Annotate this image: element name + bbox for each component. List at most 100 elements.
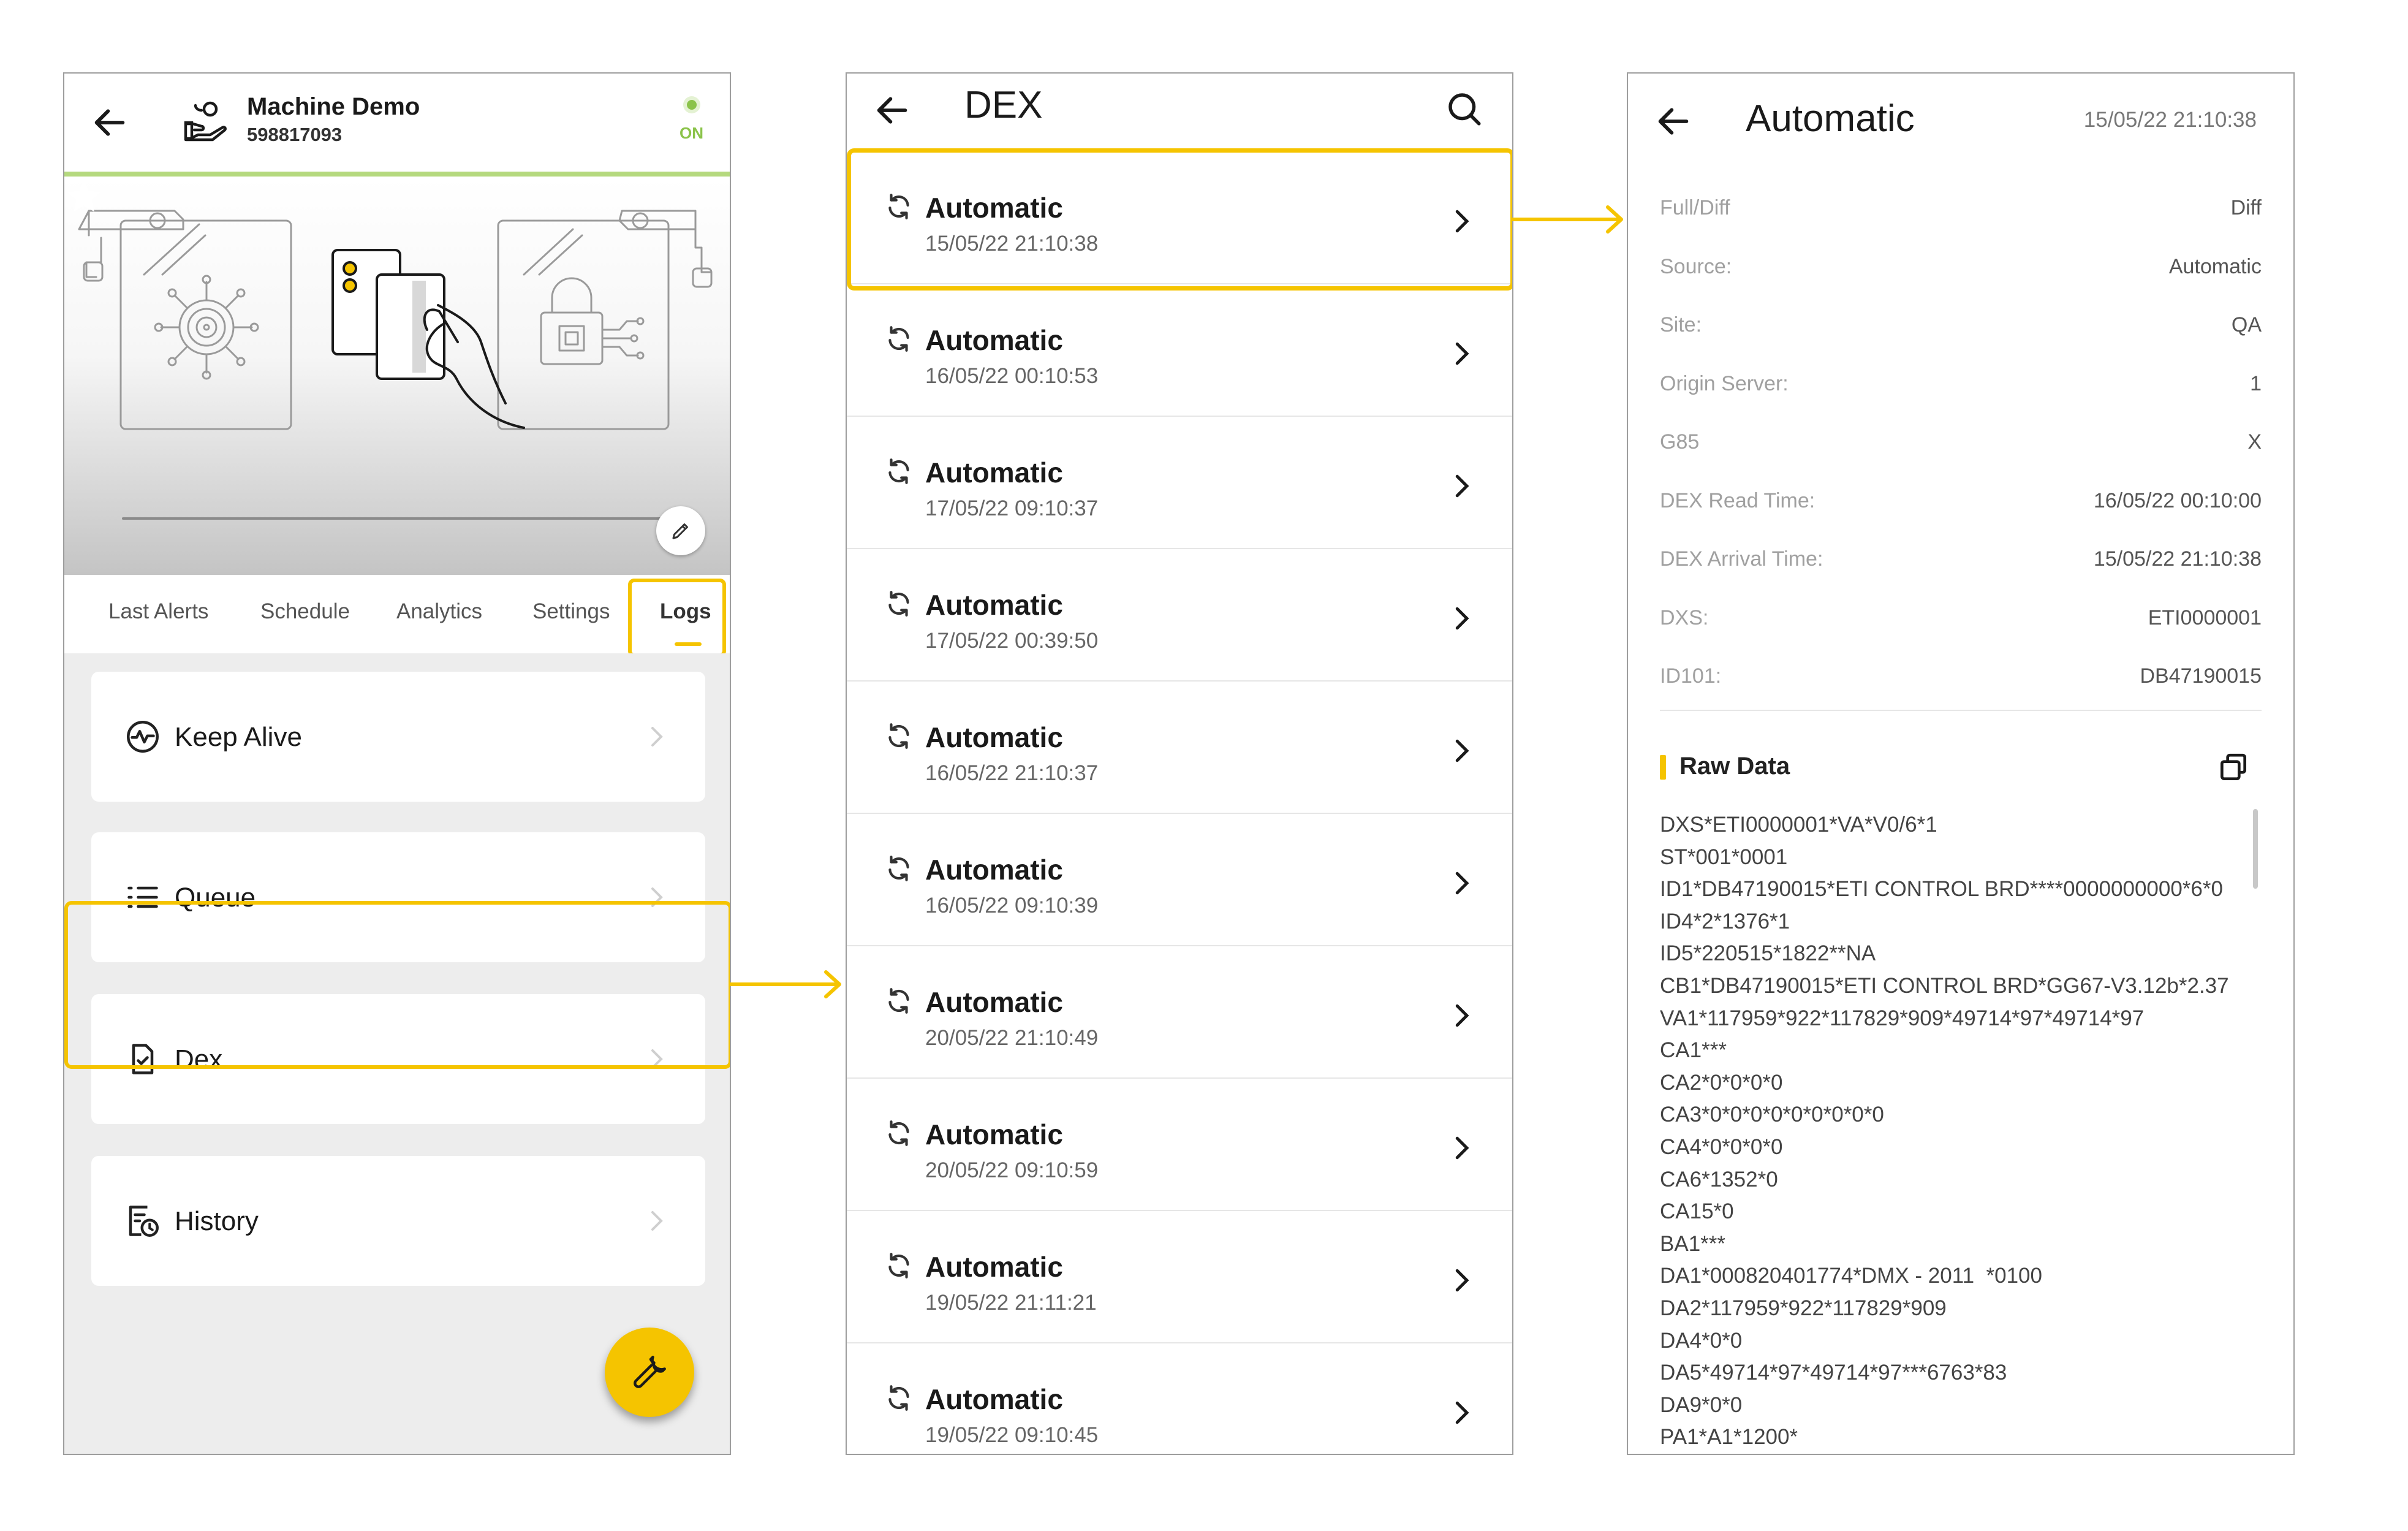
raw-data-line: VA1*117959*922*117829*909*49714*97*49714… bbox=[1660, 1006, 2145, 1030]
tab-schedule[interactable]: Schedule bbox=[260, 599, 350, 624]
dex-field-label: Origin Server: bbox=[1660, 371, 1789, 395]
dex-header: DEX bbox=[847, 74, 1512, 152]
back-arrow-icon[interactable] bbox=[1654, 102, 1693, 141]
dex-field-row: Site: QA bbox=[1660, 301, 2262, 360]
copy-icon[interactable] bbox=[2216, 750, 2251, 784]
scrollbar[interactable] bbox=[2253, 809, 2258, 889]
highlight-logs-tab bbox=[628, 579, 726, 657]
dex-item-name: Automatic bbox=[925, 589, 1063, 621]
dex-item-name: Automatic bbox=[925, 457, 1063, 488]
chevron-right-icon bbox=[1455, 342, 1469, 365]
dex-item-name: Automatic bbox=[925, 324, 1063, 356]
dex-item-time: 16/05/22 00:10:53 bbox=[925, 364, 1099, 388]
back-arrow-icon[interactable] bbox=[873, 91, 912, 130]
pencil-icon bbox=[672, 523, 688, 539]
dex-item-name: Automatic bbox=[925, 1119, 1063, 1150]
flow-arrow-icon bbox=[729, 970, 841, 998]
menu-item-label: History bbox=[175, 1206, 259, 1236]
dex-field-row: G85 X bbox=[1660, 418, 2262, 477]
dex-item-time: 20/05/22 09:10:59 bbox=[925, 1158, 1099, 1182]
dex-item-name: Automatic bbox=[925, 854, 1063, 886]
dex-item-name: Automatic bbox=[925, 1251, 1063, 1283]
dex-list-item[interactable]: Automatic 19/05/22 21:11:21 bbox=[847, 1211, 1512, 1343]
dex-item-time: 17/05/22 00:39:50 bbox=[925, 629, 1099, 653]
dex-item-time: 16/05/22 09:10:39 bbox=[925, 894, 1099, 917]
chevron-right-icon bbox=[1455, 1136, 1469, 1160]
chevron-right-icon bbox=[1455, 1269, 1469, 1292]
page-title: Automatic bbox=[1746, 97, 1915, 140]
dex-field-label: ID101: bbox=[1660, 664, 1722, 688]
star-icon[interactable] bbox=[64, 177, 104, 216]
section-accent bbox=[1660, 755, 1666, 780]
search-icon[interactable] bbox=[1444, 88, 1484, 129]
dex-field-label: Source: bbox=[1660, 254, 1732, 278]
dex-field-row: DEX Read Time: 16/05/22 00:10:00 bbox=[1660, 477, 2262, 536]
divider bbox=[1660, 710, 2262, 711]
machine-illustration bbox=[64, 177, 730, 575]
dex-field-row: Source: Automatic bbox=[1660, 243, 2262, 302]
dex-field-label: DEX Arrival Time: bbox=[1660, 547, 1823, 571]
dex-item-time: 16/05/22 21:10:37 bbox=[925, 761, 1099, 785]
raw-data-line: PA1*A1*1200* bbox=[1660, 1425, 1798, 1449]
raw-data-line: DXS*ETI0000001*VA*V0/6*1 bbox=[1660, 813, 1937, 837]
machine-name: Machine Demo bbox=[247, 93, 420, 120]
dex-list-item[interactable]: Automatic 20/05/22 21:10:49 bbox=[847, 946, 1512, 1079]
chevron-right-icon bbox=[1455, 872, 1469, 895]
dex-item-name: Automatic bbox=[925, 721, 1063, 753]
edit-button[interactable] bbox=[656, 506, 705, 555]
sync-icon bbox=[888, 458, 909, 484]
dex-list-item[interactable]: Automatic 20/05/22 09:10:59 bbox=[847, 1079, 1512, 1211]
chevron-right-icon bbox=[1455, 1004, 1469, 1027]
sync-icon bbox=[888, 988, 909, 1014]
menu-item-label: Keep Alive bbox=[175, 722, 302, 752]
tab-analytics[interactable]: Analytics bbox=[396, 599, 482, 624]
dex-list-item[interactable]: Automatic 17/05/22 00:39:50 bbox=[847, 549, 1512, 682]
machine-serial: 598817093 bbox=[247, 124, 343, 145]
dex-field-value: Automatic bbox=[2168, 254, 2262, 278]
chevron-right-icon bbox=[1455, 739, 1469, 762]
dex-field-value: 15/05/22 21:10:38 bbox=[2093, 547, 2262, 571]
menu-item-history[interactable]: History bbox=[91, 1156, 705, 1286]
sync-icon bbox=[888, 1120, 909, 1146]
status-badge: ON bbox=[680, 124, 703, 142]
pulse-icon bbox=[127, 721, 159, 753]
raw-data-line: ID5*220515*1822**NA bbox=[1660, 941, 1876, 966]
dex-field-label: Full/Diff bbox=[1660, 196, 1730, 219]
menu-item-keep-alive[interactable]: Keep Alive bbox=[91, 672, 705, 802]
dex-field-row: DXS: ETI0000001 bbox=[1660, 594, 2262, 653]
chevron-right-icon bbox=[651, 1211, 663, 1231]
raw-data-line: ID1*DB47190015*ETI CONTROL BRD****000000… bbox=[1660, 877, 2223, 902]
dex-field-value: Diff bbox=[2230, 196, 2262, 219]
dex-field-row: Full/Diff Diff bbox=[1660, 184, 2262, 243]
dex-field-label: DXS: bbox=[1660, 606, 1709, 629]
dex-list-item[interactable]: Automatic 16/05/22 21:10:37 bbox=[847, 682, 1512, 814]
highlight-dex-item bbox=[64, 901, 730, 1069]
raw-data-line: CA1*** bbox=[1660, 1038, 1727, 1063]
dex-list-item[interactable]: Automatic 19/05/22 09:10:45 bbox=[847, 1343, 1512, 1454]
dex-list-item[interactable]: Automatic 16/05/22 09:10:39 bbox=[847, 814, 1512, 946]
wrench-icon bbox=[634, 1356, 666, 1388]
dex-item-time: 19/05/22 09:10:45 bbox=[925, 1423, 1099, 1447]
status-line bbox=[64, 172, 730, 177]
dex-list-item[interactable]: Automatic 16/05/22 00:10:53 bbox=[847, 284, 1512, 417]
machine-header: Machine Demo 598817093 ON bbox=[64, 74, 730, 172]
raw-data-line: ST*001*0001 bbox=[1660, 845, 1788, 869]
raw-data-line: DA2*117959*922*117829*909 bbox=[1660, 1296, 1947, 1320]
raw-data-line: DA9*0*0 bbox=[1660, 1392, 1743, 1417]
sync-icon bbox=[888, 1253, 909, 1278]
history-icon bbox=[129, 1206, 159, 1237]
dex-item-time: 20/05/22 21:10:49 bbox=[925, 1026, 1099, 1050]
chevron-right-icon bbox=[651, 727, 663, 747]
sync-icon bbox=[888, 723, 909, 749]
tab-last-alerts[interactable]: Last Alerts bbox=[108, 599, 208, 624]
back-arrow-icon[interactable] bbox=[90, 103, 129, 142]
raw-data-line: ID4*2*1376*1 bbox=[1660, 909, 1790, 933]
dex-field-label: Site: bbox=[1660, 313, 1702, 336]
dex-item-time: 19/05/22 21:11:21 bbox=[925, 1291, 1097, 1315]
dex-field-value: DB47190015 bbox=[2140, 664, 2262, 688]
raw-data-text: DXS*ETI0000001*VA*V0/6*1 ST*001*0001 ID1*D… bbox=[1660, 809, 2248, 1454]
dex-timestamp: 15/05/22 21:10:38 bbox=[2083, 108, 2257, 132]
tools-fab-button[interactable] bbox=[605, 1328, 694, 1417]
dex-list-item[interactable]: Automatic 17/05/22 09:10:37 bbox=[847, 417, 1512, 549]
tab-settings[interactable]: Settings bbox=[532, 599, 610, 624]
